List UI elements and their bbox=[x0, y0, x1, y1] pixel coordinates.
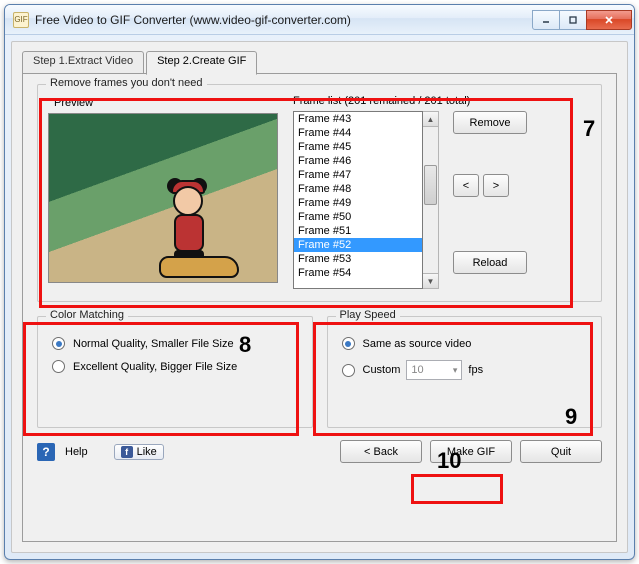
group-play-speed: Play Speed Same as source video Custom 1… bbox=[327, 316, 603, 428]
client-area: Step 1.Extract Video Step 2.Create GIF R… bbox=[11, 41, 628, 553]
list-item[interactable]: Frame #54 bbox=[294, 266, 422, 280]
group-color-title: Color Matching bbox=[46, 309, 128, 321]
help-link[interactable]: Help bbox=[65, 446, 88, 458]
list-item[interactable]: Frame #48 bbox=[294, 182, 422, 196]
radio-normal-label: Normal Quality, Smaller File Size bbox=[73, 338, 234, 350]
radio-icon bbox=[52, 360, 65, 373]
maximize-button[interactable] bbox=[559, 10, 587, 30]
preview-label: Preview bbox=[54, 97, 283, 109]
frame-list-scrollbar[interactable]: ▲ ▼ bbox=[423, 111, 439, 289]
group-remove-frames-title: Remove frames you don't need bbox=[46, 77, 207, 89]
radio-same-label: Same as source video bbox=[363, 338, 472, 350]
group-speed-title: Play Speed bbox=[336, 309, 400, 321]
quit-button[interactable]: Quit bbox=[520, 440, 602, 463]
preview-image bbox=[48, 113, 278, 283]
frame-listbox[interactable]: Frame #43Frame #44Frame #45Frame #46Fram… bbox=[293, 111, 423, 289]
scroll-up-button[interactable]: ▲ bbox=[423, 112, 438, 127]
titlebar: GIF Free Video to GIF Converter (www.vid… bbox=[5, 5, 634, 35]
list-item[interactable]: Frame #49 bbox=[294, 196, 422, 210]
radio-excellent-label: Excellent Quality, Bigger File Size bbox=[73, 361, 237, 373]
list-item[interactable]: Frame #43 bbox=[294, 112, 422, 126]
annotation-label-7: 7 bbox=[583, 116, 595, 142]
list-item[interactable]: Frame #45 bbox=[294, 140, 422, 154]
help-icon[interactable]: ? bbox=[37, 443, 55, 461]
scroll-thumb[interactable] bbox=[424, 165, 437, 205]
fps-combobox[interactable]: 10 bbox=[406, 360, 462, 380]
radio-icon bbox=[342, 364, 355, 377]
radio-same-speed[interactable]: Same as source video bbox=[342, 337, 588, 350]
group-color-matching: Color Matching Normal Quality, Smaller F… bbox=[37, 316, 313, 428]
scroll-track[interactable] bbox=[423, 127, 438, 273]
list-item[interactable]: Frame #52 bbox=[294, 238, 422, 252]
tab-step1[interactable]: Step 1.Extract Video bbox=[22, 51, 144, 75]
window-title: Free Video to GIF Converter (www.video-g… bbox=[35, 13, 533, 27]
group-remove-frames: Remove frames you don't need Preview bbox=[37, 84, 602, 302]
list-item[interactable]: Frame #47 bbox=[294, 168, 422, 182]
radio-custom-label: Custom bbox=[363, 364, 401, 376]
fps-unit-label: fps bbox=[468, 364, 483, 376]
list-item[interactable]: Frame #46 bbox=[294, 154, 422, 168]
radio-icon bbox=[342, 337, 355, 350]
scroll-down-button[interactable]: ▼ bbox=[423, 273, 438, 288]
radio-icon bbox=[52, 337, 65, 350]
window-controls bbox=[533, 10, 632, 30]
radio-custom-speed[interactable]: Custom 10 fps bbox=[342, 360, 588, 380]
radio-excellent-quality[interactable]: Excellent Quality, Bigger File Size bbox=[52, 360, 298, 373]
bottom-bar: ? Help f Like < Back Make GIF Quit bbox=[37, 440, 602, 463]
annotation-label-8: 8 bbox=[239, 332, 251, 358]
list-item[interactable]: Frame #50 bbox=[294, 210, 422, 224]
tab-pane-step2: Remove frames you don't need Preview bbox=[22, 73, 617, 542]
list-item[interactable]: Frame #51 bbox=[294, 224, 422, 238]
annotation-label-9: 9 bbox=[565, 404, 577, 430]
facebook-icon: f bbox=[121, 446, 133, 458]
minimize-button[interactable] bbox=[532, 10, 560, 30]
list-item[interactable]: Frame #53 bbox=[294, 252, 422, 266]
prev-frame-button[interactable]: < bbox=[453, 174, 479, 197]
app-window: GIF Free Video to GIF Converter (www.vid… bbox=[4, 4, 635, 560]
reload-button[interactable]: Reload bbox=[453, 251, 527, 274]
annotation-label-10: 10 bbox=[437, 448, 461, 474]
annotation-box-10 bbox=[411, 474, 503, 504]
like-label: Like bbox=[137, 446, 157, 458]
back-button[interactable]: < Back bbox=[340, 440, 422, 463]
remove-button[interactable]: Remove bbox=[453, 111, 527, 134]
next-frame-button[interactable]: > bbox=[483, 174, 509, 197]
tab-strip: Step 1.Extract Video Step 2.Create GIF bbox=[22, 50, 617, 74]
framelist-label: Frame list (201 remained / 201 total) bbox=[293, 95, 591, 107]
close-button[interactable] bbox=[586, 10, 632, 30]
cartoon-dog-icon bbox=[159, 256, 239, 278]
list-item[interactable]: Frame #44 bbox=[294, 126, 422, 140]
radio-normal-quality[interactable]: Normal Quality, Smaller File Size bbox=[52, 337, 298, 350]
facebook-like-button[interactable]: f Like bbox=[114, 444, 164, 460]
app-icon: GIF bbox=[13, 12, 29, 28]
tab-step2[interactable]: Step 2.Create GIF bbox=[146, 51, 257, 75]
